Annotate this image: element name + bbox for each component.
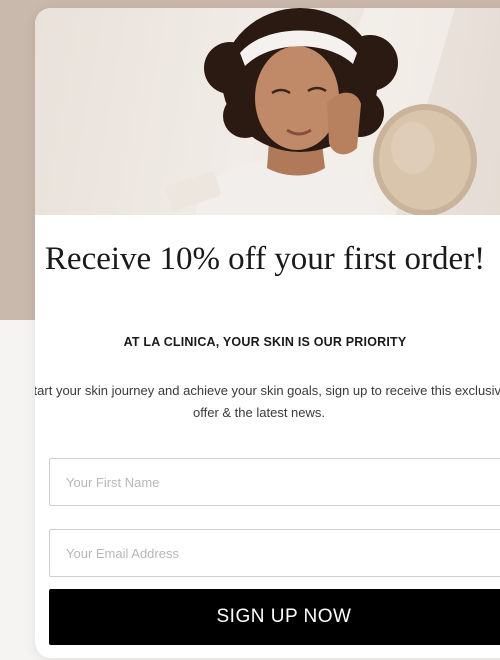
popup-headline: Receive 10% off your first order! (44, 241, 486, 277)
popup-description: To start your skin journey and achieve y… (35, 383, 500, 420)
hero-illustration (165, 8, 477, 215)
sign-up-button[interactable]: SIGN UP NOW (49, 589, 500, 645)
first-name-input[interactable] (49, 458, 500, 506)
email-input[interactable] (49, 529, 500, 577)
popup-subheadline: AT LA CLINICA, YOUR SKIN IS OUR PRIORITY (123, 335, 407, 349)
hero-image (35, 8, 500, 215)
signup-popup: Receive 10% off your first order! AT LA … (35, 8, 500, 658)
